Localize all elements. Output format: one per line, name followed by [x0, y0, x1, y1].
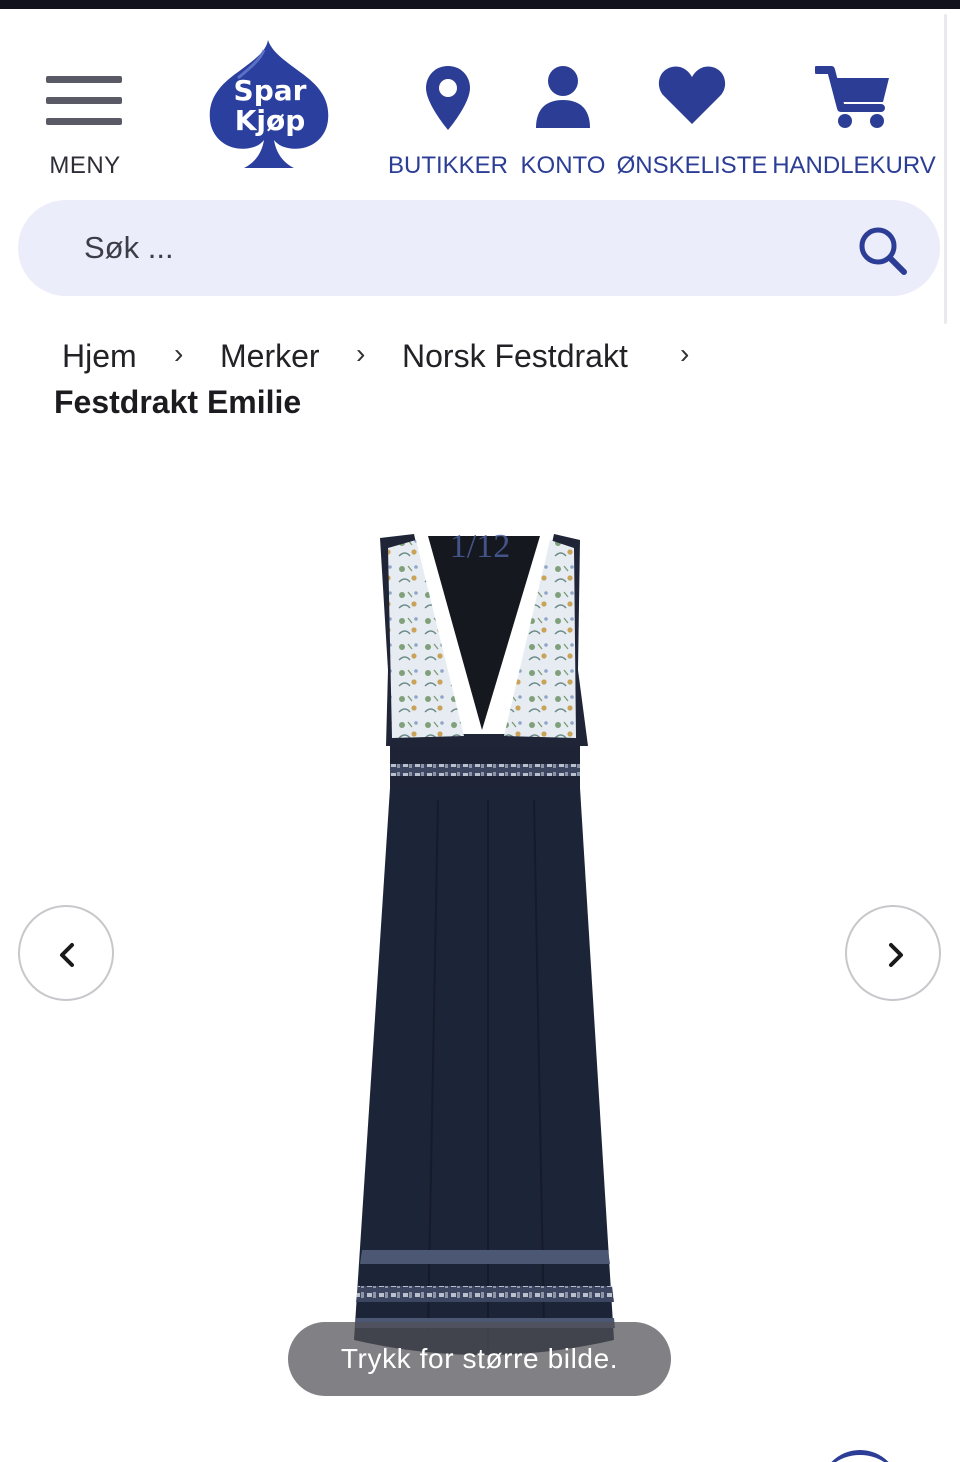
image-counter: 1/12 [449, 528, 511, 565]
nav-label: ØNSKELISTE [616, 152, 768, 179]
nav-label: KONTO [520, 152, 606, 179]
breadcrumb-link-norsk-festdrakt[interactable]: Norsk Festdrakt [402, 338, 628, 375]
chevron-right-icon: › [680, 338, 690, 369]
product-gallery[interactable]: 1/12 Trykk for større bilde. [0, 470, 960, 1430]
spar-kjop-logo[interactable]: Spar Kjøp [204, 38, 334, 172]
zoom-hint[interactable]: Trykk for større bilde. [288, 1322, 671, 1396]
heart-icon [658, 66, 726, 124]
scrollbar[interactable] [944, 14, 947, 324]
user-icon [536, 66, 590, 128]
breadcrumb-current: Festdrakt Emilie [54, 384, 302, 420]
map-pin-icon [426, 66, 470, 130]
spade-logo-icon: Spar Kjøp [209, 40, 329, 168]
next-image-button[interactable] [845, 905, 941, 1001]
hamburger-icon [46, 72, 122, 128]
chevron-right-icon: › [174, 338, 184, 369]
svg-text:Kjøp: Kjøp [235, 104, 306, 137]
menu-button[interactable]: MENY [30, 60, 140, 190]
chevron-right-icon [889, 943, 903, 967]
search-input[interactable] [84, 226, 824, 270]
nav-onskeliste[interactable]: ØNSKELISTE [616, 60, 768, 190]
chevron-right-icon: › [356, 338, 366, 369]
search-icon[interactable] [854, 222, 914, 282]
shopping-cart-icon [815, 66, 889, 128]
nav-label: BUTIKKER [387, 152, 509, 179]
product-image[interactable] [318, 510, 648, 1390]
floating-button-edge[interactable] [820, 1450, 900, 1462]
chevron-left-icon [60, 943, 74, 967]
breadcrumb-link-hjem[interactable]: Hjem [62, 338, 137, 375]
nav-konto[interactable]: KONTO [518, 60, 608, 190]
svg-text:Spar: Spar [234, 74, 307, 107]
nav-handlekurv[interactable]: HANDLEKURV [770, 60, 938, 190]
nav-label: HANDLEKURV [772, 152, 936, 179]
breadcrumb-link-merker[interactable]: Merker [220, 338, 320, 375]
previous-image-button[interactable] [18, 905, 114, 1001]
nav-butikker[interactable]: BUTIKKER [387, 60, 509, 190]
top-status-strip [0, 0, 960, 9]
menu-label: MENY [49, 152, 121, 179]
search-bar[interactable] [18, 200, 940, 296]
